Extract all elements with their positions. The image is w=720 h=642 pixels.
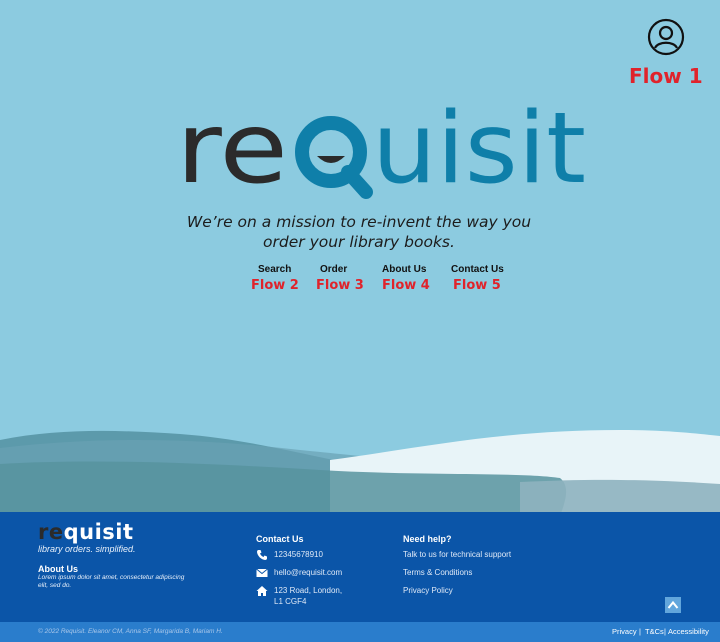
flow-2-label: Flow 2 — [251, 278, 299, 293]
magnifier-q-icon — [295, 116, 373, 199]
footer-logo-wordmark: requisit — [38, 520, 134, 544]
copyright-text: © 2022 Requisit. Eleanor CM, Anna SF, Ma… — [38, 628, 223, 635]
tagline-line-1: We’re on a mission to re-invent the way … — [186, 213, 532, 231]
footer-about-heading: About Us — [38, 564, 78, 574]
footer-about-text: Lorem ipsum dolor sit amet, consectetur … — [38, 574, 185, 589]
logo-text-uisit: uisit — [372, 96, 586, 206]
footer-tagline: library orders. simplified. — [38, 544, 136, 554]
help-link-terms[interactable]: Terms & Conditions — [403, 568, 472, 577]
help-link-support[interactable]: Talk to us for technical support — [403, 550, 511, 559]
tagline-line-2: order your library books. — [263, 233, 455, 251]
flow-1-label: Flow 1 — [629, 64, 703, 88]
help-link-privacy[interactable]: Privacy Policy — [403, 586, 453, 595]
legal-link-tcs[interactable]: T&Cs — [645, 627, 664, 636]
scroll-to-top-button[interactable] — [665, 597, 681, 613]
nav-order-link[interactable]: Order — [320, 264, 347, 275]
flow-3-label: Flow 3 — [316, 278, 364, 293]
nav-contact-link[interactable]: Contact Us — [451, 264, 504, 275]
footer-email[interactable]: hello@requisit.com — [274, 568, 342, 577]
legal-link-privacy[interactable]: Privacy — [612, 627, 637, 636]
envelope-icon — [256, 568, 268, 577]
phone-icon — [257, 550, 267, 560]
footer-phone[interactable]: 12345678910 — [274, 550, 323, 559]
nav-search-link[interactable]: Search — [258, 264, 291, 275]
account-button[interactable] — [647, 18, 685, 56]
footer-logo[interactable]: requisit — [38, 520, 134, 544]
legal-separator: | — [639, 627, 641, 636]
flow-4-label: Flow 4 — [382, 278, 430, 293]
requisit-logo: re uisit — [176, 96, 586, 206]
wave-decoration — [0, 430, 720, 512]
footer-logo-quisit: quisit — [63, 520, 134, 544]
nav-about-link[interactable]: About Us — [382, 264, 426, 275]
footer-contact-heading: Contact Us — [256, 534, 304, 544]
flow-5-label: Flow 5 — [453, 278, 501, 293]
footer-address-line-1: 123 Road, London, — [274, 586, 343, 595]
hero-section: Flow 1 re uisit We’re on a mission to re… — [0, 0, 720, 512]
footer-logo-re: re — [38, 520, 64, 544]
footer-address-line-2: L1 CGF4 — [274, 597, 307, 606]
user-circle-icon — [647, 18, 685, 56]
home-icon — [256, 586, 268, 596]
chevron-up-icon — [667, 600, 679, 609]
legal-link-accessibility[interactable]: Accessibility — [668, 627, 709, 636]
footer-bottom-bar: © 2022 Requisit. Eleanor CM, Anna SF, Ma… — [0, 622, 720, 642]
tagline: We’re on a mission to re-invent the way … — [150, 212, 568, 252]
legal-separator: | — [664, 627, 666, 636]
logo-text-re: re — [176, 96, 288, 206]
footer-help-heading: Need help? — [403, 534, 452, 544]
